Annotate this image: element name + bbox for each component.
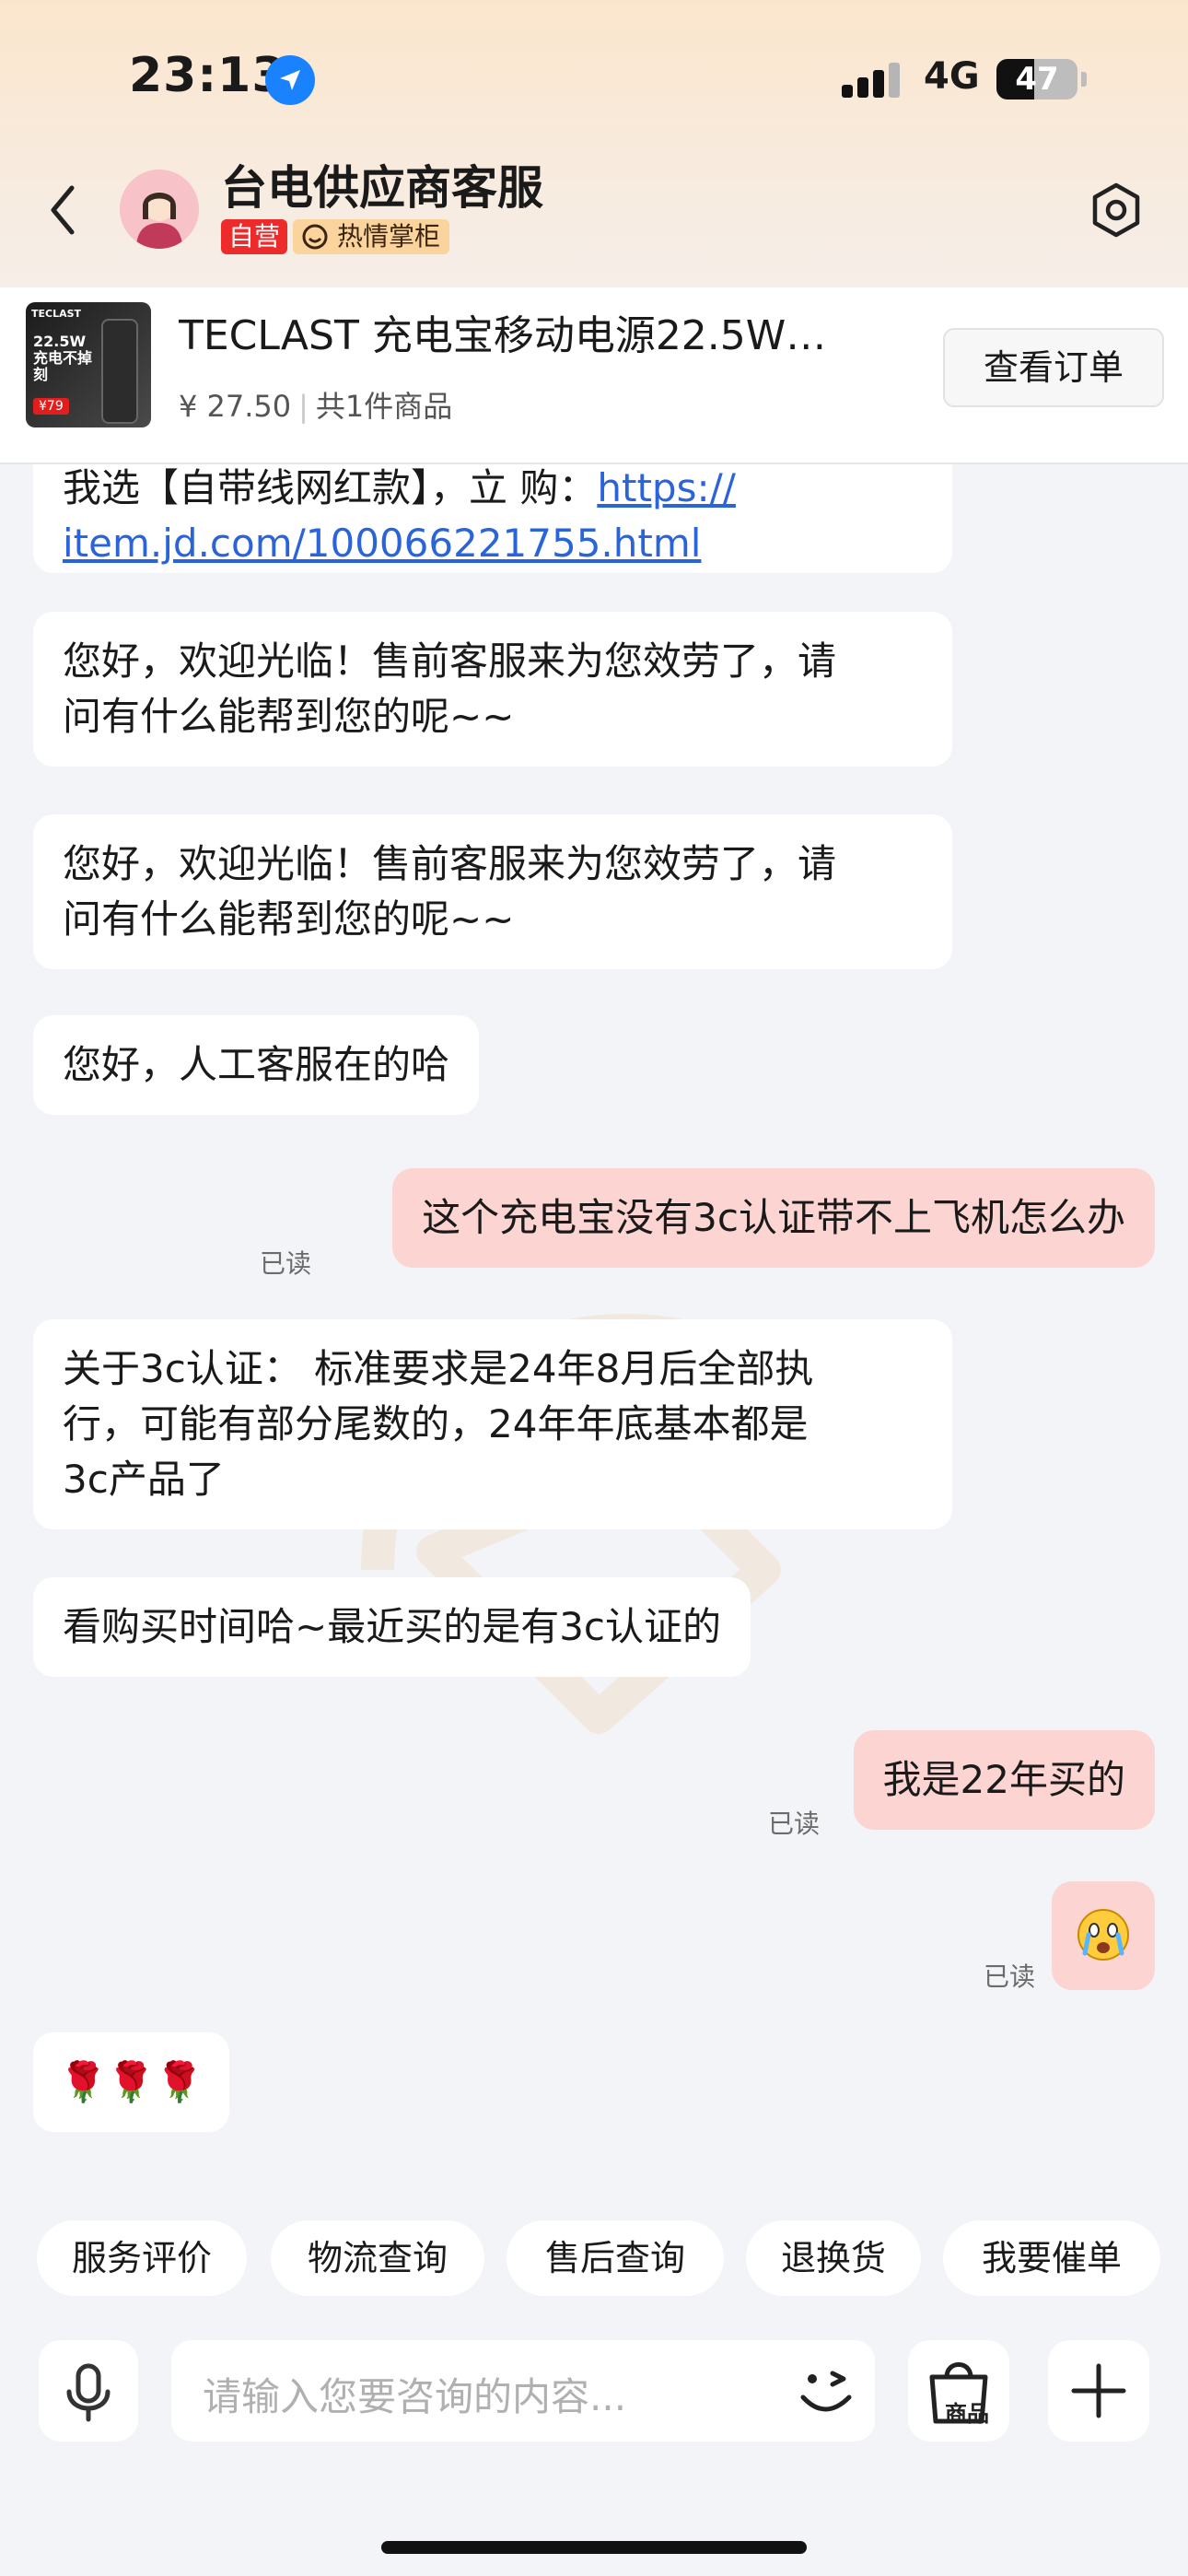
quick-reply-chip[interactable]: 我要催单 [943, 2220, 1160, 2296]
separator: | [298, 389, 309, 424]
battery-tip [1081, 72, 1087, 87]
quick-reply-chip[interactable]: 售后查询 [507, 2220, 724, 2296]
avatar[interactable] [120, 170, 199, 249]
read-receipt: 已读 [984, 1961, 1036, 1992]
message-bubble-agent[interactable]: 您好，欢迎光临！售前客服来为您效劳了，请 问有什么能帮到您的呢~~ [33, 814, 952, 969]
message-text: 我是22年买的 [882, 1757, 1125, 1802]
view-order-button[interactable]: 查看订单 [943, 328, 1164, 407]
message-prefix: 我选【自带线网红款】，立 购： [63, 465, 598, 510]
message-text: 您好，欢迎光临！售前客服来为您效劳了，请 [63, 638, 837, 684]
goods-label: 商品 [945, 2401, 989, 2427]
product-thumbnail[interactable]: TECLAST 22.5W 充电不掉刻 ¥79 [26, 302, 151, 427]
crying-face-icon [1077, 1909, 1129, 1961]
chat-area[interactable]: 我选【自带线网红款】，立 购：https:// item.jd.com/1000… [0, 464, 1188, 2178]
voice-input-button[interactable] [39, 2340, 138, 2441]
message-text: 关于3c认证： 标准要求是24年8月后全部执 [63, 1346, 814, 1391]
location-arrow-icon [265, 55, 315, 105]
product-price-line: ¥ 27.50 | 共1件商品 [179, 383, 452, 426]
product-name[interactable]: TECLAST 充电宝移动电源22.5W… [179, 302, 888, 361]
message-text: 问有什么能帮到您的呢~~ [63, 694, 515, 739]
message-bubble-agent[interactable]: 关于3c认证： 标准要求是24年8月后全部执 行，可能有部分尾数的，24年年底基… [33, 1319, 952, 1529]
message-bubble-user[interactable]: 我是22年买的 [853, 1730, 1155, 1830]
message-text: 看购买时间哈~最近买的是有3c认证的 [63, 1604, 722, 1649]
product-bar[interactable]: TECLAST 22.5W 充电不掉刻 ¥79 TECLAST 充电宝移动电源2… [0, 287, 1188, 464]
product-image-brand: TECLAST [31, 308, 82, 320]
message-text: 问有什么能帮到您的呢~~ [63, 896, 515, 942]
message-text: 3c产品了 [63, 1457, 225, 1502]
settings-gear-icon[interactable] [1087, 181, 1146, 240]
product-price: ¥ 27.50 [179, 389, 292, 424]
hot-seller-label: 热情掌柜 [337, 221, 441, 252]
battery-percent: 47 [1015, 61, 1059, 98]
rose-emoji: 🌹🌹🌹 [59, 2059, 204, 2104]
page-title: 台电供应商客服 [221, 161, 543, 215]
message-bubble-user[interactable] [1052, 1881, 1155, 1990]
read-receipt: 已读 [260, 1248, 312, 1279]
cellular-signal-icon [842, 61, 906, 98]
self-operated-badge: 自营 [221, 219, 288, 254]
quick-reply-chip[interactable]: 退换货 [746, 2220, 921, 2296]
message-link[interactable]: https:// [597, 465, 736, 510]
message-bubble-agent[interactable]: 您好，欢迎光临！售前客服来为您效劳了，请 问有什么能帮到您的呢~~ [33, 612, 952, 767]
input-placeholder: 请输入您要咨询的内容... [203, 2374, 627, 2419]
message-text: 行，可能有部分尾数的，24年年底基本都是 [63, 1401, 809, 1446]
message-input[interactable]: 请输入您要咨询的内容... [171, 2340, 875, 2441]
battery-icon: 47 [996, 59, 1077, 100]
hot-seller-badge: 热情掌柜 [293, 219, 450, 254]
message-bubble-agent[interactable]: 🌹🌹🌹 [33, 2032, 229, 2132]
message-text: 您好，欢迎光临！售前客服来为您效劳了，请 [63, 841, 837, 886]
message-link[interactable]: item.jd.com/100066221755.html [63, 516, 923, 571]
product-count: 共1件商品 [315, 389, 453, 424]
power-bank-device [101, 319, 138, 424]
product-image-price: ¥79 [33, 398, 69, 415]
product-image-text: 22.5W 充电不掉刻 [33, 333, 93, 383]
network-type: 4G [924, 55, 980, 98]
quick-reply-chip[interactable]: 服务评价 [37, 2220, 247, 2296]
emoji-wink-icon[interactable] [792, 2359, 860, 2425]
quick-reply-chip[interactable]: 物流查询 [271, 2220, 484, 2296]
message-bubble-user[interactable]: 这个充电宝没有3c认证带不上飞机怎么办 [392, 1168, 1155, 1268]
status-time: 23:13 [129, 48, 286, 103]
microphone-icon [66, 2363, 111, 2422]
more-plus-button[interactable] [1048, 2340, 1149, 2441]
smile-face-icon [302, 224, 328, 250]
back-chevron-icon[interactable] [37, 175, 92, 245]
goods-button[interactable]: 商品 [908, 2340, 1009, 2441]
message-text: 我选【自带线网红款】，立 购：https:// [63, 464, 923, 516]
message-bubble-agent[interactable]: 看购买时间哈~最近买的是有3c认证的 [33, 1577, 751, 1677]
home-indicator[interactable] [381, 2541, 807, 2554]
message-bubble-agent[interactable]: 您好，人工客服在的哈 [33, 1015, 480, 1115]
status-bar: 23:13 4G 47 [0, 0, 1188, 157]
message-text: 您好，人工客服在的哈 [63, 1042, 450, 1087]
read-receipt: 已读 [768, 1809, 821, 1839]
plus-icon [1071, 2363, 1126, 2418]
message-text: 这个充电宝没有3c认证带不上飞机怎么办 [422, 1195, 1125, 1240]
message-bubble-agent[interactable]: 我选【自带线网红款】，立 购：https:// item.jd.com/1000… [33, 464, 952, 573]
